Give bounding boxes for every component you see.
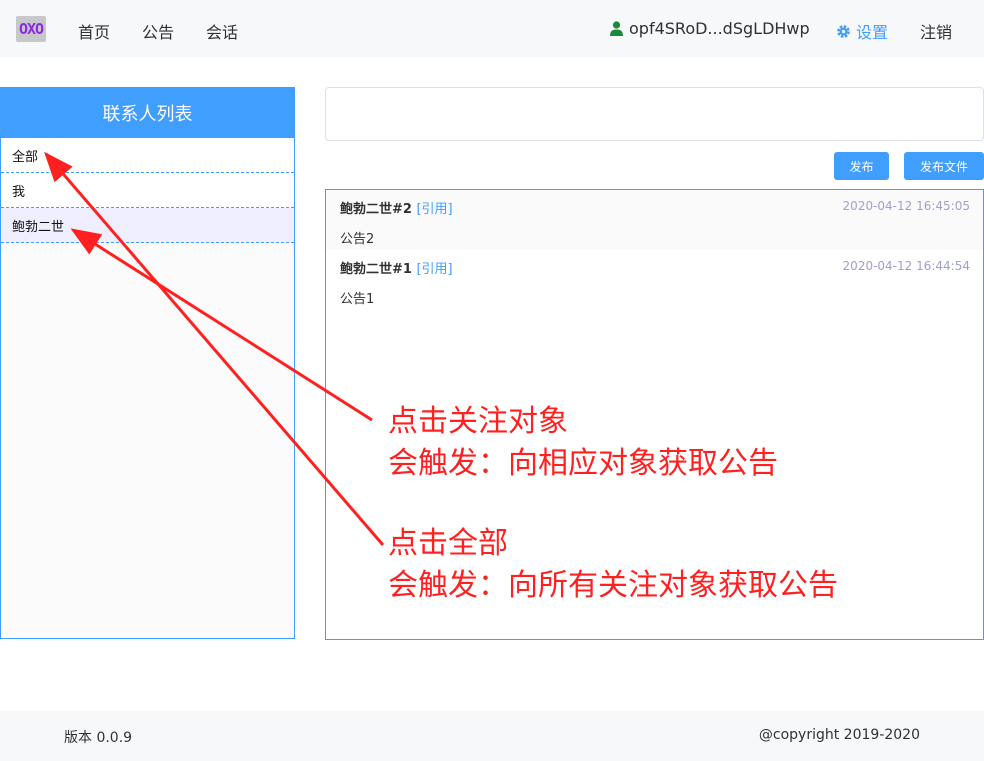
version-label: 版本 0.0.9 <box>64 730 133 746</box>
publish-button[interactable]: 发布 <box>834 152 889 180</box>
post-content-input[interactable] <box>325 87 984 141</box>
notice-timestamp: 2020-04-12 16:45:05 <box>842 199 970 213</box>
logout-link[interactable]: 注销 <box>920 19 952 43</box>
annotation-note-2-line-1: 点击全部 <box>388 526 508 561</box>
settings-link[interactable]: 设置 <box>836 19 888 43</box>
username: opf4SRoD...dSgLDHwp <box>629 19 810 38</box>
quote-link[interactable]: [引用] <box>416 202 452 217</box>
top-navbar: OXO 首页 公告 会话 opf4SRoD...dSgLDHwp 设置 注销 <box>0 0 984 57</box>
annotation-note-2-line-2: 会触发：向所有关注对象获取公告 <box>388 568 838 603</box>
gear-icon <box>837 24 850 38</box>
annotation-note-1-line-1: 点击关注对象 <box>388 404 568 439</box>
notice-timestamp: 2020-04-12 16:44:54 <box>842 259 970 273</box>
notice-author-name: 鲍勃二世#1 <box>340 262 412 277</box>
copyright-label: @copyright 2019-2020 <box>758 727 920 743</box>
notice-author: 鲍勃二世#2 [引用] <box>340 198 453 217</box>
contact-item-bob-ii[interactable]: 鲍勃二世 <box>1 208 294 243</box>
app-logo[interactable]: OXO <box>16 16 46 42</box>
list-item: 鲍勃二世#1 [引用] 2020-04-12 16:44:54 公告1 <box>326 250 983 310</box>
publish-file-button[interactable]: 发布文件 <box>904 152 984 180</box>
annotation-note-2: 点击全部 会触发：向所有关注对象获取公告 <box>388 523 838 607</box>
notice-author-name: 鲍勃二世#2 <box>340 202 412 217</box>
user-icon <box>610 21 623 36</box>
notice-content: 公告2 <box>340 232 375 247</box>
contact-list-title: 联系人列表 <box>1 88 294 138</box>
settings-label: 设置 <box>856 23 889 42</box>
list-item: 鲍勃二世#2 [引用] 2020-04-12 16:45:05 公告2 <box>326 190 983 250</box>
quote-link[interactable]: [引用] <box>416 262 452 277</box>
annotation-note-1: 点击关注对象 会触发：向相应对象获取公告 <box>388 401 778 485</box>
footer: 版本 0.0.9 @copyright 2019-2020 <box>0 711 984 761</box>
nav-conversations[interactable]: 会话 <box>206 19 238 43</box>
notice-content: 公告1 <box>340 292 375 307</box>
nav-announcements[interactable]: 公告 <box>142 19 174 43</box>
user-account[interactable]: opf4SRoD...dSgLDHwp <box>610 19 810 38</box>
nav-home[interactable]: 首页 <box>78 19 110 43</box>
contact-list-panel: 联系人列表 全部 我 鲍勃二世 <box>0 87 295 639</box>
annotation-note-1-line-2: 会触发：向相应对象获取公告 <box>388 446 778 481</box>
notice-author: 鲍勃二世#1 [引用] <box>340 258 453 277</box>
contact-item-all[interactable]: 全部 <box>1 138 294 173</box>
contact-item-me[interactable]: 我 <box>1 173 294 208</box>
